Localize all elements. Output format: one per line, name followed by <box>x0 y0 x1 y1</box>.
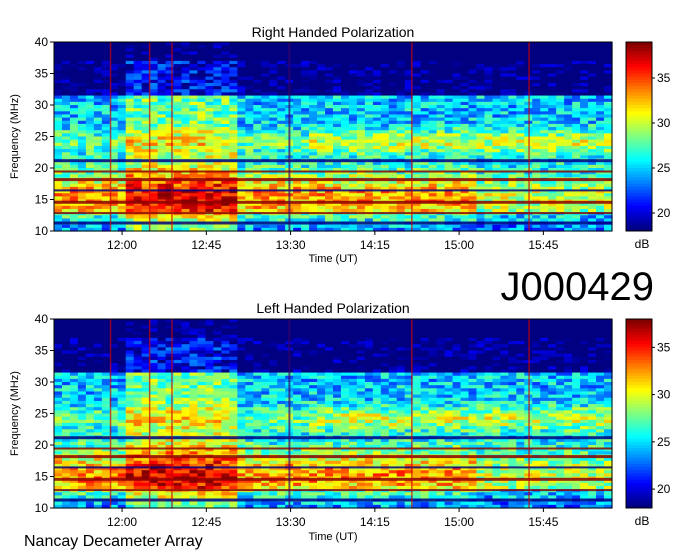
x-tick-label: 15:00 <box>444 238 474 252</box>
observation-id: J000429 <box>501 265 654 309</box>
radio-burst <box>411 42 413 231</box>
x-axis-label: Time (UT) <box>308 253 357 265</box>
colorbar-tick-label: 30 <box>657 388 671 402</box>
x-tick-label: 12:00 <box>107 515 137 529</box>
x-axis-label: Time (UT) <box>308 531 357 543</box>
chart-title: Left Handed Polarization <box>256 300 409 316</box>
y-tick-label: 15 <box>35 470 49 484</box>
y-tick-label: 30 <box>35 375 49 389</box>
y-tick-label: 10 <box>35 224 49 238</box>
y-tick-label: 35 <box>35 344 49 358</box>
radio-burst <box>288 42 291 231</box>
radio-burst <box>148 319 151 508</box>
x-tick-label: 12:00 <box>107 238 137 252</box>
colorbar: 20 25 30 35 dB <box>625 318 671 528</box>
colorbar-unit-label: dB <box>635 514 650 528</box>
x-tick-label: 13:30 <box>276 515 306 529</box>
colorbar-tick-label: 20 <box>657 482 671 496</box>
spectrogram-panel-right: Right Handed Polarization 10 15 20 25 30 35 40 F… <box>9 24 671 265</box>
colorbar-tick-label: 35 <box>657 340 671 354</box>
radio-burst <box>288 319 291 508</box>
radio-burst <box>109 319 112 508</box>
colorbar: 20 25 30 35 dB <box>625 41 671 251</box>
x-tick-label: 15:45 <box>528 238 558 252</box>
radio-burst <box>411 319 413 508</box>
y-tick-label: 20 <box>35 438 49 452</box>
spectrogram-panel-left: Left Handed Polarization 10 15 20 25 30 35 40 Fr… <box>9 300 671 543</box>
radio-burst <box>171 42 173 231</box>
chart-title: Right Handed Polarization <box>252 24 415 40</box>
colorbar-tick-label: 25 <box>657 435 671 449</box>
y-tick-label: 40 <box>35 312 49 326</box>
radio-burst <box>109 42 112 231</box>
x-tick-label: 13:30 <box>276 238 306 252</box>
y-axis-label: Frequency (MHz) <box>9 94 21 179</box>
instrument-name: Nancay Decameter Array <box>24 533 203 550</box>
radio-burst <box>528 42 530 231</box>
radio-burst <box>171 319 173 508</box>
y-tick-label: 15 <box>35 193 49 207</box>
colorbar-tick-label: 35 <box>657 71 671 85</box>
y-tick-label: 40 <box>35 35 49 49</box>
y-tick-label: 25 <box>35 407 49 421</box>
x-tick-label: 14:15 <box>360 238 390 252</box>
y-tick-label: 10 <box>35 501 49 515</box>
radio-burst <box>148 42 151 231</box>
x-tick-label: 12:45 <box>191 515 221 529</box>
colorbar-tick-label: 25 <box>657 161 671 175</box>
radio-burst <box>528 319 530 508</box>
spectrogram-figure: Right Handed Polarization 10 15 20 25 30 35 40 F… <box>9 24 671 550</box>
x-tick-label: 15:45 <box>528 515 558 529</box>
y-axis-label: Frequency (MHz) <box>9 371 21 456</box>
x-tick-label: 15:00 <box>444 515 474 529</box>
y-tick-label: 20 <box>35 161 49 175</box>
colorbar-tick-label: 30 <box>657 116 671 130</box>
x-tick-label: 12:45 <box>191 238 221 252</box>
colorbar-tick-label: 20 <box>657 206 671 220</box>
y-tick-label: 35 <box>35 67 49 81</box>
colorbar-unit-label: dB <box>635 237 650 251</box>
y-tick-label: 30 <box>35 98 49 112</box>
x-tick-label: 14:15 <box>360 515 390 529</box>
y-tick-label: 25 <box>35 130 49 144</box>
